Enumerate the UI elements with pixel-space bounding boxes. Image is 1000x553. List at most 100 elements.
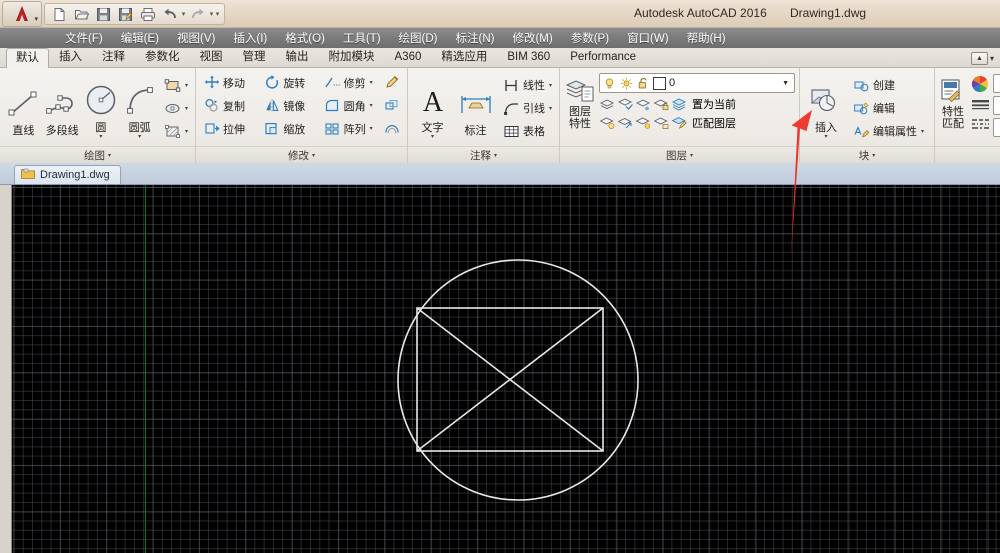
lineweight-icon[interactable] — [970, 97, 990, 113]
annotation-dimension-button[interactable]: 标注 — [453, 80, 498, 137]
layer-state-dropdown[interactable]: 0 ▼ — [599, 73, 795, 93]
modify-offset-button[interactable] — [380, 117, 403, 140]
layer-lock-icon[interactable] — [653, 95, 670, 112]
redo-dropdown-chevron-icon[interactable]: ▾ — [209, 5, 214, 23]
ribbon-minimize-chevron-icon[interactable]: ▾ — [990, 54, 994, 63]
panel-label-annotation[interactable]: 注释 ▾ — [408, 146, 559, 163]
annotation-table-button[interactable]: 表格 — [500, 120, 555, 143]
draw-arc-chevron-down-icon[interactable]: ▾ — [138, 134, 141, 140]
draw-polyline-button[interactable]: 多段线 — [43, 80, 82, 137]
layer-thaw-icon[interactable] — [635, 114, 652, 131]
modify-rotate-button[interactable]: 旋转 — [260, 71, 320, 94]
menu-item-window[interactable]: 窗口(W) — [618, 28, 678, 48]
panel-modify-chevron-down-icon[interactable]: ▾ — [312, 152, 315, 159]
qat-new-button[interactable] — [49, 5, 70, 23]
ribbon-minimize-control[interactable]: ▲ ▾ — [970, 52, 994, 67]
ribbon-tab-output[interactable]: 输出 — [276, 47, 319, 67]
ribbon-tab-a360[interactable]: A360 — [385, 47, 432, 67]
ribbon-tab-addins[interactable]: 附加模块 — [319, 47, 385, 67]
draw-rectangle-chevron-down-icon[interactable]: ▾ — [185, 82, 188, 89]
ribbon-tab-annotate[interactable]: 注释 — [92, 47, 135, 67]
menu-item-help[interactable]: 帮助(H) — [678, 28, 735, 48]
annotation-linear-chevron-down-icon[interactable]: ▾ — [549, 82, 552, 89]
menu-item-draw[interactable]: 绘图(D) — [390, 28, 447, 48]
ribbon-tab-featured-apps[interactable]: 精选应用 — [431, 47, 497, 67]
panel-label-modify[interactable]: 修改 ▾ — [196, 146, 407, 163]
match-properties-button[interactable]: 特性 匹配 — [939, 72, 967, 130]
block-insert-button[interactable]: 插入 ▾ — [804, 77, 848, 140]
draw-hatch-chevron-down-icon[interactable]: ▾ — [185, 128, 188, 135]
layer-dropdown-chevron-down-icon[interactable]: ▼ — [782, 80, 792, 87]
draw-ellipse-button[interactable]: ▾ — [161, 97, 191, 120]
modify-trim-chevron-down-icon[interactable]: ▾ — [370, 79, 373, 86]
modify-mirror-button[interactable]: 镜像 — [260, 94, 320, 117]
qat-customize-chevron-icon[interactable]: ▾ — [215, 5, 220, 23]
menu-item-edit[interactable]: 编辑(E) — [112, 28, 168, 48]
block-insert-chevron-down-icon[interactable]: ▾ — [824, 134, 827, 140]
draw-hatch-button[interactable]: ▾ — [161, 120, 191, 143]
annotation-text-chevron-down-icon[interactable]: ▾ — [431, 134, 434, 140]
draw-circle-chevron-down-icon[interactable]: ▾ — [99, 134, 102, 140]
panel-label-properties[interactable] — [935, 146, 1000, 163]
annotation-text-button[interactable]: A 文字 ▾ — [412, 77, 453, 140]
panel-annotation-chevron-down-icon[interactable]: ▾ — [494, 152, 497, 159]
modify-scale-button[interactable]: 缩放 — [260, 117, 320, 140]
ribbon-tab-parametric[interactable]: 参数化 — [135, 47, 190, 67]
layer-make-current-icon[interactable] — [671, 95, 688, 112]
draw-arc-button[interactable]: 圆弧 ▾ — [120, 77, 159, 140]
property-linetype-combo[interactable] — [993, 118, 1000, 137]
layer-match-icon[interactable] — [671, 114, 688, 131]
lightbulb-icon[interactable] — [602, 76, 616, 90]
menu-item-dimension[interactable]: 标注(N) — [447, 28, 504, 48]
application-menu-button[interactable]: ▾ — [2, 1, 42, 27]
modify-array-button[interactable]: 阵列 ▾ — [321, 117, 380, 140]
qat-save-as-button[interactable] — [115, 5, 136, 23]
panel-layer-chevron-down-icon[interactable]: ▾ — [690, 152, 693, 159]
modify-erase-button[interactable] — [380, 71, 403, 94]
modify-fillet-button[interactable]: 圆角 ▾ — [321, 94, 380, 117]
menu-item-file[interactable]: 文件(F) — [56, 28, 112, 48]
menu-item-insert[interactable]: 插入(I) — [224, 28, 276, 48]
menu-item-parametric[interactable]: 参数(P) — [562, 28, 618, 48]
qat-plot-button[interactable] — [137, 5, 158, 23]
menu-item-tools[interactable]: 工具(T) — [334, 28, 390, 48]
layer-isolate-icon[interactable] — [599, 95, 616, 112]
annotation-linear-button[interactable]: 线性 ▾ — [500, 74, 555, 97]
ribbon-tab-bim360[interactable]: BIM 360 — [497, 47, 560, 67]
menu-item-view[interactable]: 视图(V) — [168, 28, 224, 48]
panel-draw-chevron-down-icon[interactable]: ▾ — [108, 152, 111, 159]
ribbon-tab-performance[interactable]: Performance — [560, 47, 646, 67]
unlock-icon[interactable] — [636, 76, 650, 90]
linetype-icon[interactable] — [970, 116, 990, 132]
layer-color-swatch[interactable] — [653, 76, 666, 90]
draw-ellipse-chevron-down-icon[interactable]: ▾ — [185, 105, 188, 112]
menu-item-modify[interactable]: 修改(M) — [503, 28, 561, 48]
qat-save-button[interactable] — [93, 5, 114, 23]
modify-copy-button[interactable]: 复制 — [200, 94, 260, 117]
panel-label-block[interactable]: 块 ▾ — [800, 146, 934, 163]
property-color-combo[interactable] — [993, 74, 1000, 93]
modify-move-button[interactable]: 移动 — [200, 71, 260, 94]
panel-block-chevron-down-icon[interactable]: ▾ — [872, 152, 875, 159]
panel-label-layer[interactable]: 图层 ▾ — [560, 146, 799, 163]
panel-label-draw[interactable]: 绘图 ▾ — [0, 146, 195, 163]
undo-dropdown-chevron-icon[interactable]: ▾ — [181, 5, 186, 23]
block-edit-button[interactable]: 编辑 — [850, 97, 927, 120]
layer-change-icon[interactable] — [617, 114, 634, 131]
layer-freeze-icon[interactable] — [635, 95, 652, 112]
modify-array-chevron-down-icon[interactable]: ▾ — [370, 125, 373, 132]
ribbon-tab-insert[interactable]: 插入 — [49, 47, 92, 67]
qat-undo-button[interactable] — [159, 5, 180, 23]
freeze-sun-icon[interactable] — [619, 76, 633, 90]
draw-rectangle-button[interactable]: ▾ — [161, 74, 191, 97]
qat-open-button[interactable] — [71, 5, 92, 23]
annotation-leader-button[interactable]: 引线 ▾ — [500, 97, 555, 120]
block-create-button[interactable]: 创建 — [850, 74, 927, 97]
layer-on-icon[interactable] — [599, 114, 616, 131]
modify-fillet-chevron-down-icon[interactable]: ▾ — [370, 102, 373, 109]
ribbon-tab-home[interactable]: 默认 — [6, 48, 49, 68]
block-edit-attributes-button[interactable]: 编辑属性 ▾ — [850, 120, 927, 143]
modify-explode-button[interactable] — [380, 94, 403, 117]
modify-trim-button[interactable]: 修剪 ▾ — [321, 71, 380, 94]
drawing-canvas[interactable]: 溜溜自学 ZIXUE.3D66.COM — [0, 185, 1000, 553]
